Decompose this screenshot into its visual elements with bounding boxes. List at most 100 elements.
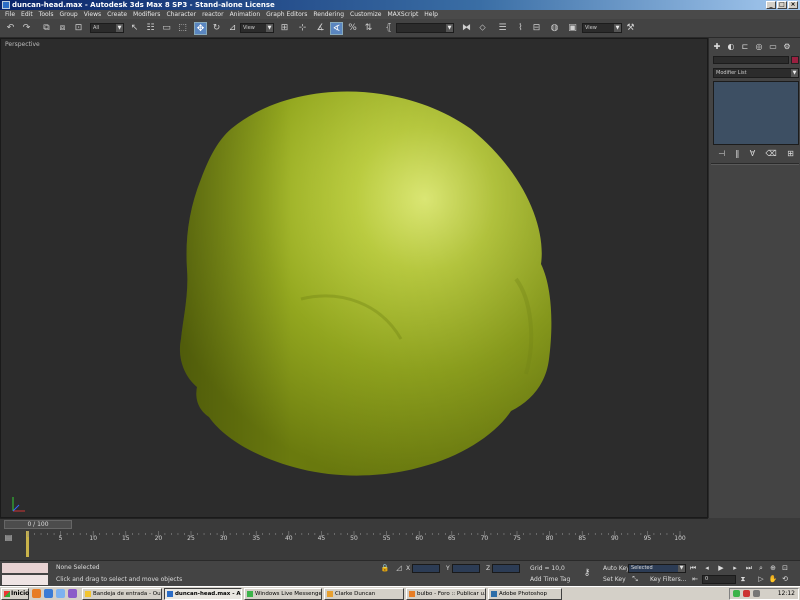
perspective-viewport[interactable]: Perspective [0,38,708,518]
zoom-icon[interactable]: ⌕ [756,564,766,573]
lock-selection-icon[interactable]: 🔒 [380,564,390,573]
maximize-button[interactable]: □ [777,1,787,9]
select-and-link-icon[interactable]: ⧉ [40,22,53,35]
quick-render-icon[interactable]: ⚒ [624,22,637,35]
menu-file[interactable]: File [2,11,18,18]
add-time-tag-button[interactable]: Add Time Tag [530,575,570,585]
object-color-swatch[interactable] [791,56,799,64]
schematic-view-icon[interactable]: ⊟ [530,22,543,35]
task-messenger[interactable]: Windows Live Messenger [244,588,322,600]
key-mode-dropdown[interactable]: Selected ▼ [628,564,686,573]
align-icon[interactable]: ⬦ [476,22,489,35]
menu-character[interactable]: Character [163,11,199,18]
close-button[interactable]: × [788,1,798,9]
media-player-icon[interactable] [68,589,77,598]
named-selection-dropdown[interactable]: ▼ [396,23,454,33]
snap-toggle-icon[interactable]: ∡ [314,22,327,35]
zoom-all-icon[interactable]: ⊕ [768,564,778,573]
pan-icon[interactable]: ✋ [768,575,778,584]
utilities-tab-icon[interactable]: ⚙ [781,42,793,52]
show-end-result-icon[interactable]: ‖ [735,149,739,158]
menu-graph-editors[interactable]: Graph Editors [263,11,310,18]
next-frame-icon[interactable]: ▸ [730,564,740,573]
select-and-scale-icon[interactable]: ⊿ [226,22,239,35]
arc-rotate-icon[interactable]: ⟲ [780,575,790,584]
redo-icon[interactable]: ↷ [20,22,33,35]
menu-edit[interactable]: Edit [18,11,36,18]
head-model[interactable] [1,39,708,518]
show-desktop-icon[interactable] [56,589,65,598]
material-editor-icon[interactable]: ◍ [548,22,561,35]
spinner-snap-icon[interactable]: ⇅ [362,22,375,35]
render-view-dropdown[interactable]: View ▼ [582,23,622,33]
set-key-button[interactable]: Set Key [603,575,626,585]
menu-modifiers[interactable]: Modifiers [130,11,163,18]
messenger-tray-icon[interactable] [733,590,740,597]
pivot-center-icon[interactable]: ⊞ [278,22,291,35]
menu-group[interactable]: Group [56,11,80,18]
menu-views[interactable]: Views [81,11,104,18]
current-frame-field[interactable]: 0 [702,575,736,584]
reference-coordinate-dropdown[interactable]: View ▼ [240,23,274,33]
key-filters-button[interactable]: Key Filters... [650,575,687,585]
menu-animation[interactable]: Animation [227,11,264,18]
firefox-icon[interactable] [32,589,41,598]
start-button[interactable]: Inicio [1,588,29,600]
time-slider-handle[interactable]: 0 / 100 [4,520,72,529]
set-key-filter-icon[interactable]: ⤡ [630,575,640,584]
window-crossing-icon[interactable]: ⬚ [176,22,189,35]
maxscript-listener-white[interactable] [2,575,48,585]
goto-end-icon[interactable]: ⏭ [744,564,754,573]
hierarchy-tab-icon[interactable]: ⊏ [739,42,751,52]
select-and-manipulate-icon[interactable]: ⊹ [296,22,309,35]
unlink-icon[interactable]: ⧈ [56,22,69,35]
curve-editor-icon[interactable]: ⌇ [514,22,527,35]
auto-key-button[interactable]: Auto Key [603,564,630,574]
x-coordinate-field[interactable] [412,564,440,573]
object-name-field[interactable] [713,56,789,64]
percent-snap-icon[interactable]: % [346,22,359,35]
layer-manager-icon[interactable]: ☰ [496,22,509,35]
volume-tray-icon[interactable] [753,590,760,597]
edit-named-selections-icon[interactable]: ⦃ [382,22,395,35]
select-by-name-icon[interactable]: ☷ [144,22,157,35]
play-icon[interactable]: ▶ [716,564,726,573]
previous-frame-icon[interactable]: ◂ [702,564,712,573]
ie-icon[interactable] [44,589,53,598]
task-3dsmax[interactable]: duncan-head.max - A... [164,588,242,600]
pin-stack-icon[interactable]: ⊣ [718,149,725,158]
remove-modifier-icon[interactable]: ⌫ [765,149,776,158]
select-and-rotate-icon[interactable]: ↻ [210,22,223,35]
create-tab-icon[interactable]: ✚ [711,42,723,52]
menu-help[interactable]: Help [421,11,441,18]
modify-tab-icon[interactable]: ◐ [725,42,737,52]
y-coordinate-field[interactable] [452,564,480,573]
select-and-move-icon[interactable]: ✥ [194,22,207,35]
task-outlook[interactable]: Bandeja de entrada - Ou... [82,588,162,600]
zoom-extents-icon[interactable]: ⊡ [780,564,790,573]
absolute-mode-icon[interactable]: ◿ [394,564,404,573]
selection-filter-dropdown[interactable]: All ▼ [90,23,124,33]
goto-start-icon[interactable]: ⏮ [688,564,698,573]
menu-create[interactable]: Create [104,11,130,18]
time-configuration-icon[interactable]: ⧗ [738,575,748,584]
rectangular-selection-icon[interactable]: ▭ [160,22,173,35]
z-coordinate-field[interactable] [492,564,520,573]
time-slider[interactable]: 0 / 100 [0,518,708,529]
make-unique-icon[interactable]: ∀ [750,149,755,158]
mirror-icon[interactable]: ⧓ [460,22,473,35]
render-scene-icon[interactable]: ▣ [566,22,579,35]
menu-maxscript[interactable]: MAXScript [385,11,422,18]
angle-snap-icon[interactable]: ∢ [330,22,343,35]
modifier-stack[interactable] [713,81,799,145]
field-of-view-icon[interactable]: ▷ [756,575,766,584]
key-mode-toggle-icon[interactable]: ⇤ [690,575,700,584]
motion-tab-icon[interactable]: ◎ [753,42,765,52]
configure-modifier-sets-icon[interactable]: ⊞ [787,149,794,158]
menu-reactor[interactable]: reactor [199,11,227,18]
modifier-list-dropdown[interactable]: Modifier List ▼ [713,68,799,78]
minimize-button[interactable]: _ [766,1,776,9]
display-tab-icon[interactable]: ▭ [767,42,779,52]
track-bar[interactable]: ▤ 5 10 15 20 25 30 35 40 45 50 55 60 65 70 75 80 85 90 95 1… [0,529,708,560]
task-bulbo-foro[interactable]: bulbo - Foro :: Publicar u... [406,588,486,600]
